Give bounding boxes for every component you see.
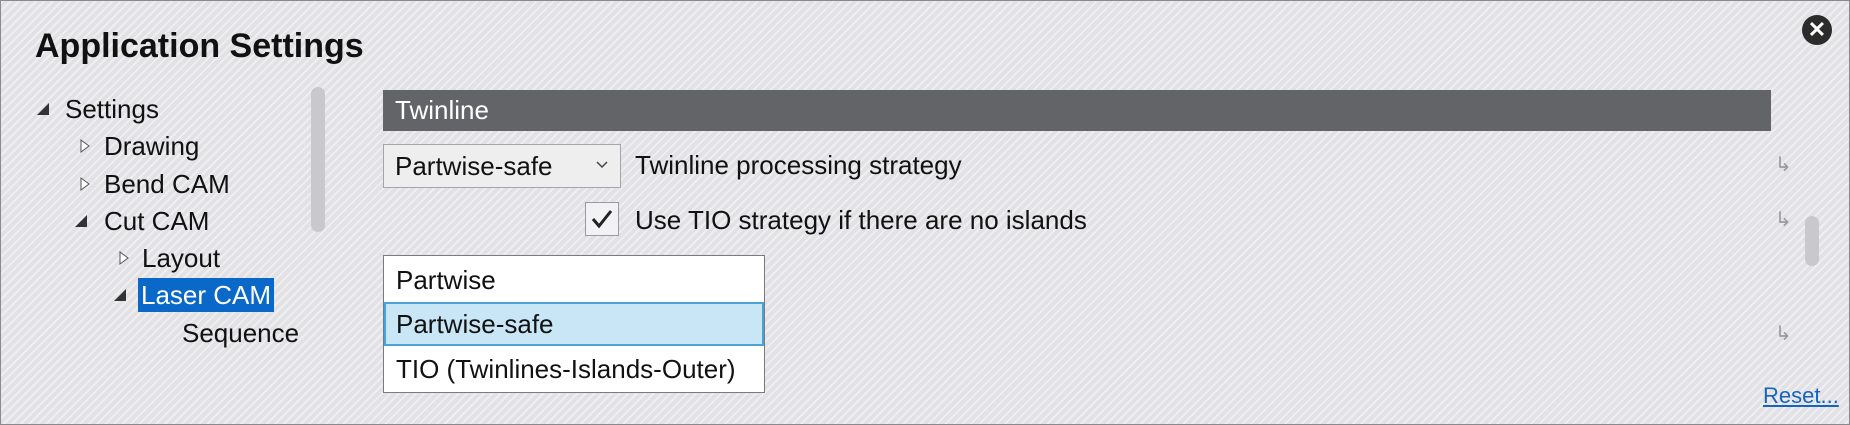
tree-item-label: Layout <box>142 243 221 273</box>
chevron-down-icon <box>596 161 608 169</box>
tree-scrollbar-thumb[interactable] <box>311 87 325 232</box>
collapsed-arrow-icon[interactable] <box>80 177 90 191</box>
tree-item-label: Bend CAM <box>104 169 230 199</box>
expanded-arrow-icon[interactable] <box>37 103 49 115</box>
window-title: Application Settings <box>35 27 364 65</box>
reset-arrow-icon[interactable]: ↳ <box>1775 207 1792 232</box>
strategy-dropdown-list: Partwise Partwise-safe TIO (Twinlines-Is… <box>383 255 765 393</box>
dropdown-option-tio[interactable]: TIO (Twinlines-Islands-Outer) <box>384 347 764 391</box>
reset-arrow-icon[interactable]: ↳ <box>1775 321 1792 346</box>
combo-value: Partwise-safe <box>395 151 553 181</box>
dropdown-option-partwise[interactable]: Partwise <box>384 258 764 302</box>
tio-checkbox-label: Use TIO strategy if there are no islands <box>635 205 1087 235</box>
expanded-arrow-icon[interactable] <box>75 215 87 227</box>
tree-item-label: Settings <box>65 94 159 124</box>
settings-window: Application Settings ✕ Settings Drawing … <box>0 0 1850 425</box>
strategy-label: Twinline processing strategy <box>635 150 962 180</box>
reset-link[interactable]: Reset... <box>1763 383 1839 409</box>
reset-arrow-icon[interactable]: ↳ <box>1775 152 1792 177</box>
collapsed-arrow-icon[interactable] <box>119 251 129 265</box>
close-icon[interactable]: ✕ <box>1802 15 1832 45</box>
content-scrollbar-thumb[interactable] <box>1805 216 1819 266</box>
checkmark-icon <box>591 210 613 229</box>
tree-item-label: Sequence <box>182 318 300 348</box>
dropdown-option-partwise-safe[interactable]: Partwise-safe <box>384 302 764 346</box>
tio-checkbox[interactable] <box>585 202 619 236</box>
collapsed-arrow-icon[interactable] <box>80 139 90 153</box>
expanded-arrow-icon[interactable] <box>114 289 126 301</box>
section-header: Twinline <box>383 90 1771 131</box>
tree-item-label: Laser CAM <box>138 278 275 312</box>
strategy-combobox[interactable]: Partwise-safe <box>383 144 621 188</box>
tree-item-label: Cut CAM <box>104 206 210 236</box>
tree-item-label: Drawing <box>104 131 200 161</box>
